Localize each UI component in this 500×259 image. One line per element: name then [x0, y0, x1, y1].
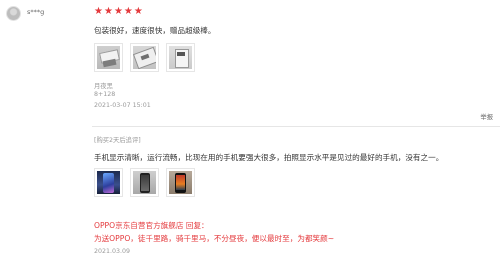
- followup-image-thumb[interactable]: [130, 168, 159, 197]
- avatar: [6, 6, 21, 21]
- followup-image-thumb[interactable]: [166, 168, 195, 197]
- review-image-thumb[interactable]: [166, 43, 195, 72]
- rating-stars: ★ ★ ★ ★ ★: [94, 7, 143, 17]
- seller-reply-date: 2021.03.09: [94, 248, 131, 255]
- review-images: [94, 43, 195, 72]
- report-link[interactable]: 举报: [480, 112, 493, 121]
- seller-reply-title: OPPO京东自营官方旗舰店 回复：: [94, 221, 209, 230]
- followup-image-thumb[interactable]: [94, 168, 123, 197]
- product-spec: 8+128: [94, 91, 116, 98]
- product-variant: 月夜黑: [94, 83, 113, 90]
- review-text: 包装很好，速度很快，赠品超级棒。: [94, 26, 216, 35]
- review-image-thumb[interactable]: [130, 43, 159, 72]
- followup-images: [94, 168, 195, 197]
- review-image-thumb[interactable]: [94, 43, 123, 72]
- star-icon: ★: [103, 6, 113, 17]
- star-icon: ★: [133, 6, 143, 17]
- followup-text: 手机显示清晰，运行流畅，比现在用的手机要强大很多，拍照显示水平是见过的最好的手机…: [94, 153, 444, 162]
- star-icon: ★: [123, 6, 133, 17]
- star-icon: ★: [113, 6, 123, 17]
- followup-tag: [购买2天后追评]: [94, 137, 141, 144]
- divider: [92, 126, 500, 127]
- username: s***g: [27, 8, 45, 16]
- review-timestamp: 2021-03-07 15:01: [94, 102, 151, 109]
- star-icon: ★: [94, 6, 103, 17]
- seller-reply-text: 为送OPPO，徒千里路，骑千里马，不分昼夜，便以最时至，为都笑颜~: [94, 234, 335, 243]
